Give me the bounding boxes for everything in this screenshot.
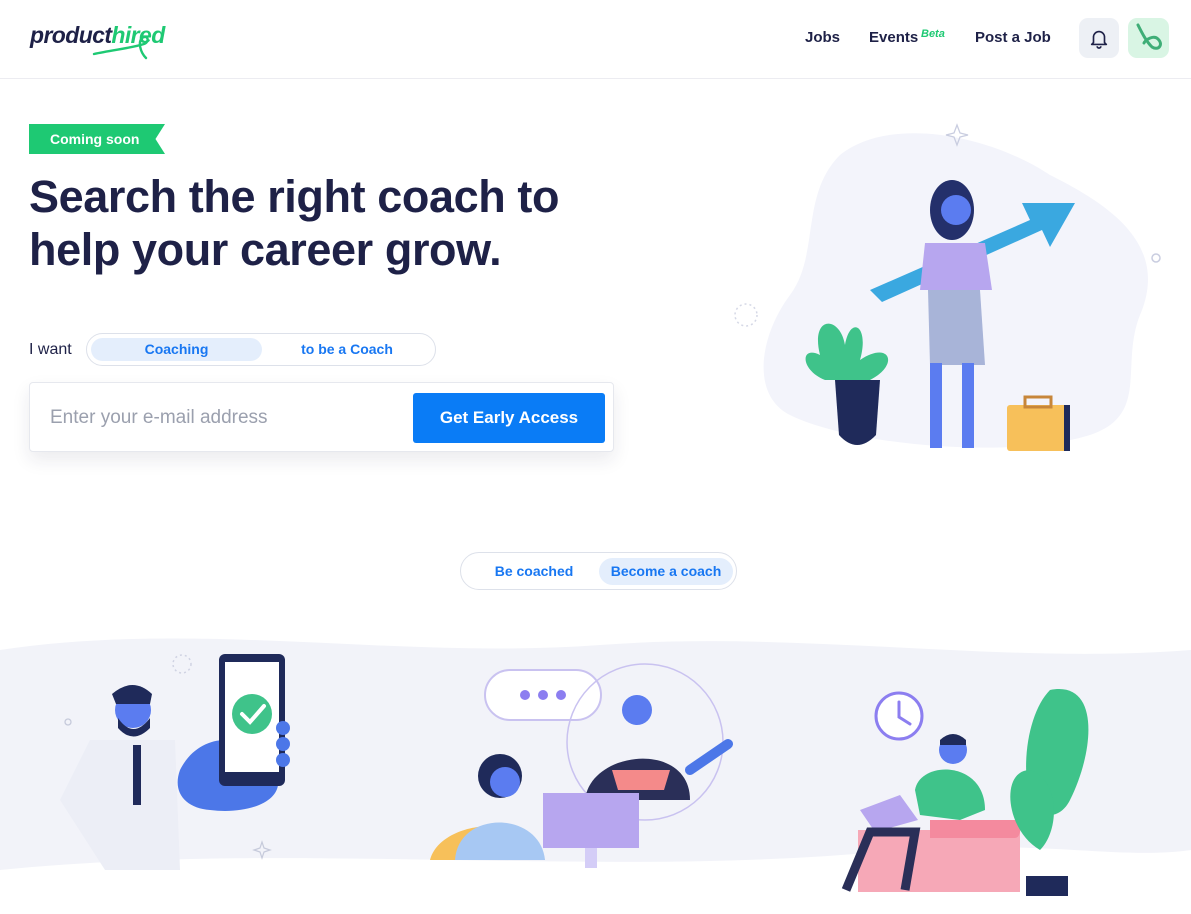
- coach-head: [622, 695, 652, 725]
- nav-events-link[interactable]: Events: [869, 29, 918, 46]
- coach-shirt-stripe: [612, 770, 670, 790]
- sofa: [858, 830, 1020, 892]
- finger: [276, 721, 290, 735]
- segment-become-a-coach[interactable]: Become a coach: [599, 558, 733, 585]
- typing-dot: [520, 690, 530, 700]
- nav-post-a-job-link[interactable]: Post a Job: [975, 29, 1051, 46]
- woman-head: [941, 195, 971, 225]
- typing-dot: [538, 690, 548, 700]
- career-growth-illustration: [734, 123, 1161, 451]
- woman-left-leg: [930, 363, 942, 448]
- finger: [276, 753, 290, 767]
- woman-right-leg: [962, 363, 974, 448]
- page: producthired Jobs Events Beta Post a Job…: [0, 0, 1191, 914]
- typing-dot: [556, 690, 566, 700]
- nav-jobs-link[interactable]: Jobs: [805, 29, 840, 46]
- audience-segmented-control: Be coached Become a coach: [460, 552, 737, 590]
- sparkle-circle: [1151, 253, 1161, 263]
- plant-pot: [1026, 876, 1068, 896]
- toggle-option-coaching[interactable]: Coaching: [91, 338, 262, 361]
- client-head: [490, 767, 520, 797]
- plant-pot: [835, 380, 880, 445]
- monitor: [543, 793, 639, 848]
- man-tie: [133, 745, 141, 805]
- bell-icon: [1090, 30, 1108, 49]
- notifications-button[interactable]: [1079, 18, 1119, 58]
- briefcase: [1007, 405, 1069, 451]
- hero-title-line-2: help your career grow.: [29, 224, 502, 275]
- briefcase-strap: [1064, 405, 1070, 451]
- monitor-stand: [585, 848, 597, 868]
- hero-title-line-1: Search the right coach to: [29, 171, 560, 222]
- coaching-type-toggle: Coaching to be a Coach: [86, 333, 436, 366]
- sparkle-ring: [734, 303, 758, 327]
- toggle-option-be-a-coach[interactable]: to be a Coach: [277, 338, 417, 361]
- avatar-icon: [1136, 23, 1162, 50]
- finger: [276, 737, 290, 751]
- woman-shirt: [920, 243, 992, 290]
- email-signup-form: Get Early Access: [29, 382, 614, 452]
- top-navigation-bar: producthired Jobs Events Beta Post a Job: [0, 0, 1191, 79]
- events-beta-badge: Beta: [921, 28, 945, 40]
- segment-be-coached[interactable]: Be coached: [479, 558, 589, 585]
- get-early-access-button[interactable]: Get Early Access: [413, 393, 605, 443]
- woman-skirt: [928, 290, 985, 365]
- logo-swoosh-icon: [92, 35, 149, 60]
- email-input[interactable]: [50, 402, 410, 434]
- checkmark-circle-icon: [232, 694, 272, 734]
- coaching-scenes-illustration: [0, 638, 1191, 914]
- i-want-label: I want: [29, 341, 72, 358]
- profile-avatar-button[interactable]: [1128, 18, 1169, 58]
- coming-soon-badge: Coming soon: [29, 124, 165, 154]
- sofa-cushion: [930, 820, 1021, 838]
- hero-title: Search the right coach to help your care…: [29, 170, 629, 276]
